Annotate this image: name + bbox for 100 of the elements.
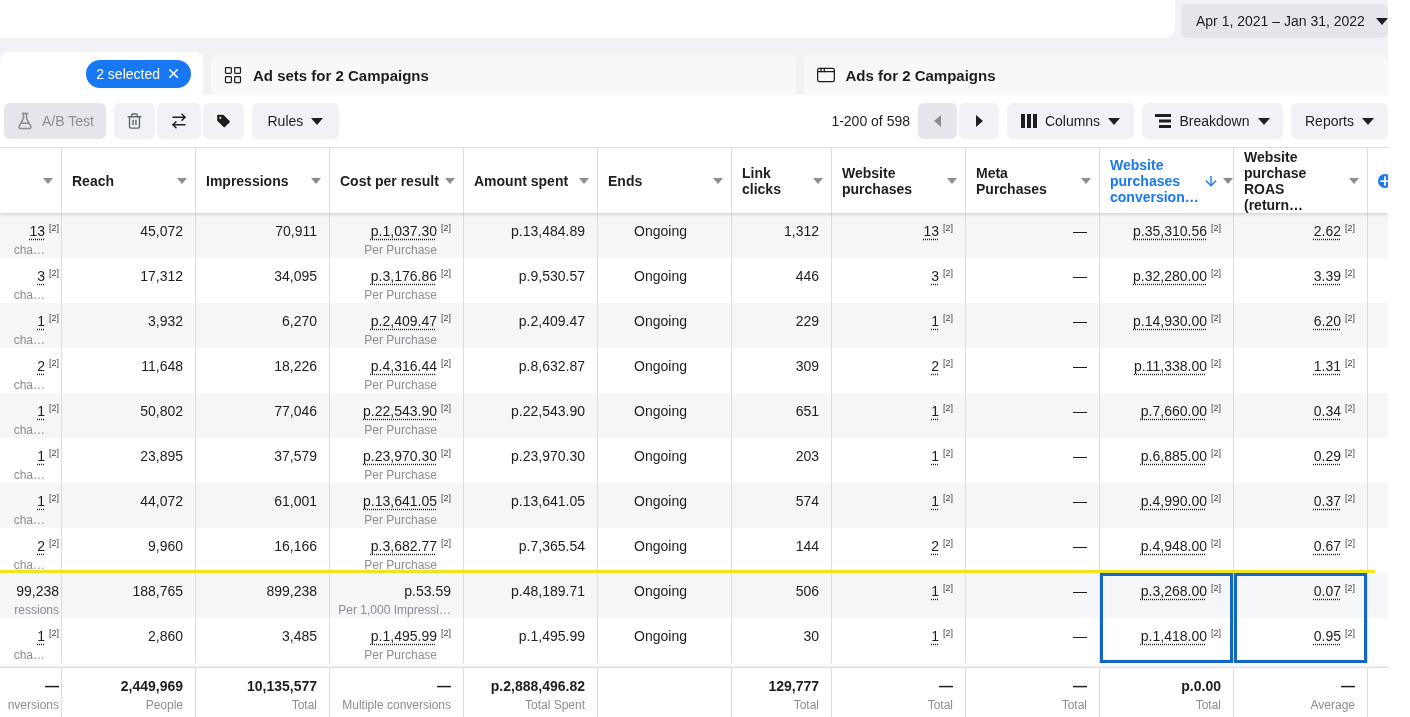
cell-value: 61,001 (274, 492, 317, 510)
cell-value: 77,046 (274, 402, 317, 420)
cell-note: [2] (1345, 312, 1355, 324)
cell-caption: Per Purchase (364, 377, 437, 393)
reports-button[interactable]: Reports (1291, 103, 1388, 139)
cell-value: 144 (795, 537, 819, 555)
cell-value: 0.07 (1313, 582, 1341, 600)
cell-caption: Per Purchase (364, 467, 437, 483)
cell-value: p.2,409.47 (370, 312, 437, 330)
cell-value: 651 (795, 402, 819, 420)
cell-value: p.13,484.89 (511, 222, 585, 240)
cell-note: [2] (49, 222, 59, 234)
table-row[interactable]: 1 cha… [2] 50,802 77,046 p.22,543.90 Per Purchase [2] p.22,543.90 Ongoing 651 1 [2] — p.7,660.00 [2] 0.34 [2] (0, 393, 1388, 438)
cell-value: p.48,189.71 (511, 582, 585, 600)
cell-value: — (1073, 492, 1087, 510)
cell-value: 446 (795, 267, 819, 285)
cell-caption: Per 1,000 Impressi… (338, 602, 451, 618)
table-row[interactable]: 13 cha… [2] 45,072 70,911 p.1,037.30 Per Purchase [2] p.13,484.89 Ongoing 1,312 13 [2] — p.35,310.56 [2] 2.62 [2] (0, 213, 1388, 258)
cell-note: [2] (441, 447, 451, 459)
cell-value: Ongoing (634, 402, 687, 420)
cell-value: 2,860 (147, 627, 183, 645)
cell-note: [2] (1211, 447, 1221, 459)
cell-value: 506 (795, 582, 819, 600)
close-icon[interactable] (166, 66, 181, 81)
caret-icon (311, 177, 321, 184)
tab[interactable]: 2 selected (0, 52, 203, 95)
cell-note: [2] (1211, 402, 1221, 414)
cell-value: 11,648 (141, 357, 183, 375)
caret-icon (445, 177, 455, 184)
cell-value: 309 (795, 357, 819, 375)
cell-value: 50,802 (140, 402, 183, 420)
cell-note: [2] (49, 627, 59, 639)
add-column-icon[interactable] (1378, 173, 1388, 188)
cell-value: 1 (36, 402, 45, 420)
cell-value: p.14,930.00 (1133, 312, 1207, 330)
cell-value: p.6,885.00 (1140, 447, 1207, 465)
cell-note: [2] (943, 402, 953, 414)
cell-value: 129,777 (768, 677, 819, 695)
swap-button[interactable] (156, 103, 201, 139)
window-icon (815, 65, 836, 85)
rules-button[interactable]: Rules (251, 103, 339, 139)
cell-note: [2] (1211, 222, 1221, 234)
cell-value: p.3,176.86 (370, 267, 437, 285)
tab[interactable]: Ad sets for 2 Campaigns (211, 55, 796, 95)
cell-value: 1 (931, 582, 939, 600)
cell-note: [2] (1345, 222, 1355, 234)
cell-caption: Multiple conversions (342, 697, 451, 713)
cell-value: Ongoing (634, 447, 687, 465)
cell-value: 3.39 (1313, 267, 1341, 285)
cell-value: 10,135,577 (246, 677, 317, 695)
cell-caption: cha… (13, 242, 45, 258)
breakdown-button[interactable]: Breakdown (1142, 103, 1283, 139)
cell-value: — (1073, 582, 1087, 600)
columns-icon (1020, 114, 1037, 128)
cell-value: 0.29 (1313, 447, 1341, 465)
cell-note: [2] (441, 312, 451, 324)
cell-value: 0.37 (1313, 492, 1341, 510)
cell-value: p.23,970.30 (511, 447, 585, 465)
columns-button[interactable]: Columns (1007, 103, 1134, 139)
tab[interactable]: Ads for 2 Campaigns (803, 55, 1388, 95)
cell-value: 44,072 (140, 492, 183, 510)
tag-button[interactable] (202, 103, 244, 139)
cell-value: — (1073, 537, 1087, 555)
cell-note: [2] (1211, 627, 1221, 639)
next-page-button[interactable] (959, 103, 999, 139)
cell-value: 30 (803, 627, 819, 645)
cell-note: [2] (1345, 582, 1355, 594)
delete-button[interactable] (113, 103, 155, 139)
cell-note: [2] (943, 222, 953, 234)
cell-note: [2] (1345, 447, 1355, 459)
cell-value: p.1,418.00 (1140, 627, 1207, 645)
table-row[interactable]: 1 cha… [2] 3,932 6,270 p.2,409.47 Per Purchase [2] p.2,409.47 Ongoing 229 1 [2] — p.14,930.00 [2] 6.20 [2] (0, 303, 1388, 348)
cell-note: [2] (1211, 312, 1221, 324)
cell-note: [2] (441, 357, 451, 369)
cell-value: 1 (931, 492, 939, 510)
cell-caption: Total Spent (524, 697, 585, 713)
cell-value: p.0.00 (1181, 677, 1221, 695)
caret-icon (1108, 117, 1121, 125)
table-row[interactable]: 99,238 ressions 188,765 899,238 p.53.59 Per 1,000 Impressi… p.48,189.71 Ongoing 506 1 [2] — p.3,268.00 [2] 0.07 [2] (0, 573, 1388, 618)
selection-chip[interactable]: 2 selected (86, 59, 191, 88)
cell-caption: ressions (14, 602, 59, 618)
date-range-button[interactable]: Apr 1, 2021 – Jan 31, 2022 (1181, 4, 1388, 38)
cell-note: [2] (49, 447, 59, 459)
cell-caption: cha… (13, 377, 45, 393)
grid-icon (223, 65, 243, 85)
cell-caption: cha… (13, 287, 45, 303)
cell-value: p.35,310.56 (1133, 222, 1207, 240)
cell-value: — (1073, 312, 1087, 330)
cell-value: 0.34 (1313, 402, 1341, 420)
cell-value: 13 (28, 222, 45, 240)
table-row[interactable]: 1 cha… [2] 44,072 61,001 p.13,641.05 Per Purchase [2] p.13,641.05 Ongoing 574 1 [2] — p.4,990.00 [2] 0.37 [2] (0, 483, 1388, 528)
cell-value: p.22,543.90 (363, 402, 437, 420)
cell-note: [2] (1345, 402, 1355, 414)
cell-value: p.32,280.00 (1133, 267, 1207, 285)
cell-note: [2] (441, 537, 451, 549)
cell-value: 23,895 (140, 447, 183, 465)
cell-value: p.13,641.05 (363, 492, 437, 510)
cell-value: 6,270 (281, 312, 317, 330)
flask-icon (16, 112, 34, 130)
cell-value: — (1341, 677, 1355, 695)
